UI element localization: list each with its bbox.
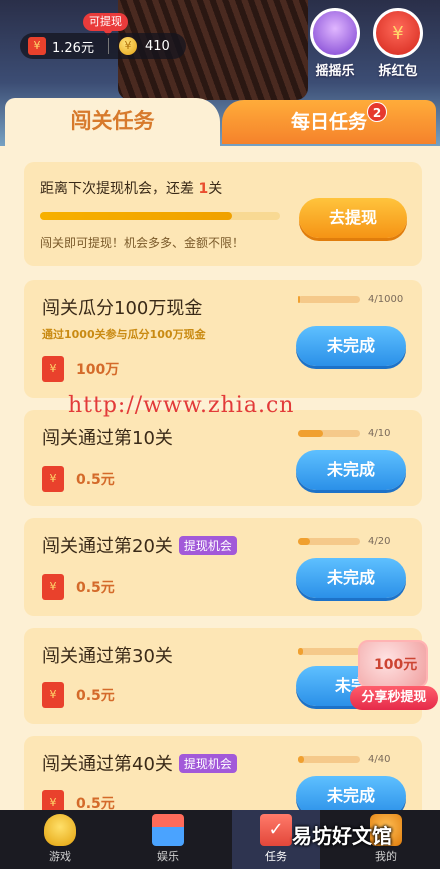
cash-balance: 1.26元 <box>52 40 94 56</box>
task-title-text: 闯关通过第20关 <box>42 536 173 557</box>
nav-mine-label: 我的 <box>375 850 397 863</box>
tab-daily-label: 每日任务 <box>290 111 367 133</box>
task-title: 闯关瓜分100万现金 <box>42 298 203 319</box>
nav-game[interactable]: 游戏 <box>16 810 104 869</box>
tab-level-tasks[interactable]: 闯关任务 <box>5 98 220 146</box>
task-progress-fill <box>298 296 301 303</box>
task-progress-bar <box>298 296 360 303</box>
reward-amount: 0.5元 <box>76 580 115 596</box>
red-packet-label: 拆红包 <box>378 64 418 79</box>
cash-envelope-icon: 100元 <box>358 640 428 688</box>
reward-amount: 0.5元 <box>76 688 115 704</box>
task-progress-fill <box>298 430 323 437</box>
remaining-levels: 1 <box>198 181 209 197</box>
withdraw-tip-badge: 可提现 <box>83 13 128 36</box>
withdraw-title-prefix: 距离下次提现机会，还差 <box>40 181 199 197</box>
withdraw-chance-tag: 提现机会 <box>178 753 237 773</box>
red-packet-icon: ¥ <box>42 682 64 708</box>
withdraw-description: 闯关即可提现！机会多多、金额不限！ <box>40 236 245 250</box>
share-label: 分享秒提现 <box>350 686 438 710</box>
shake-label: 摇摇乐 <box>315 64 355 79</box>
red-packet-icon: ¥ <box>42 574 64 600</box>
daily-count-badge: 2 <box>367 102 387 122</box>
coin-icon: ¥ <box>119 37 137 55</box>
nav-entertainment[interactable]: 娱乐 <box>124 810 212 869</box>
share-amount: 100元 <box>374 657 418 673</box>
task-reward: ¥ 0.5元 <box>42 682 115 708</box>
incomplete-button[interactable]: 未完成 <box>296 326 406 366</box>
task-progress-text: 4/20 <box>368 536 391 547</box>
task-title: 闯关通过第30关 <box>42 646 173 667</box>
task-card: 闯关瓜分100万现金 通过1000关参与瓜分100万现金 ¥ 100万 4/10… <box>24 280 422 398</box>
trophy-icon <box>44 814 76 846</box>
reward-amount: 0.5元 <box>76 472 115 488</box>
task-card: 闯关通过第20关 提现机会 ¥ 0.5元 4/20 未完成 <box>24 518 422 616</box>
task-subtitle: 通过1000关参与瓜分100万现金 <box>42 328 206 341</box>
shake-button[interactable]: 摇摇乐 <box>305 8 365 79</box>
go-withdraw-button[interactable]: 去提现 <box>299 198 407 238</box>
task-reward: ¥ 100万 <box>42 356 119 382</box>
withdraw-title-suffix: 关 <box>208 181 223 197</box>
open-red-packet-button[interactable]: ¥ 拆红包 <box>368 8 428 79</box>
incomplete-button[interactable]: 未完成 <box>296 558 406 598</box>
red-packet-icon: ¥ <box>42 466 64 492</box>
task-reward: ¥ 0.5元 <box>42 466 115 492</box>
task-title: 闯关通过第10关 <box>42 428 173 449</box>
withdraw-card: 距离下次提现机会，还差 1关 闯关即可提现！机会多多、金额不限！ 去提现 <box>24 162 422 266</box>
task-progress-text: 4/40 <box>368 754 391 765</box>
task-progress-fill <box>298 538 311 545</box>
reward-amount: 100万 <box>76 362 120 378</box>
task-progress-bar <box>298 538 360 545</box>
task-tabs: 闯关任务 每日任务 2 <box>0 98 440 148</box>
task-reward: ¥ 0.5元 <box>42 574 115 600</box>
coin-balance: 410 <box>145 38 170 54</box>
withdraw-progress-bar <box>40 212 280 220</box>
corner-watermark: 易坊好文馆 <box>292 824 392 848</box>
nav-game-label: 游戏 <box>49 850 71 863</box>
task-title: 闯关通过第40关 提现机会 <box>42 750 237 776</box>
task-progress-text: 4/1000 <box>368 294 404 305</box>
task-book-icon: ✓ <box>260 814 292 846</box>
task-title-text: 闯关通过第40关 <box>42 754 173 775</box>
withdraw-progress-fill <box>40 212 232 220</box>
gift-icon <box>152 814 184 846</box>
task-progress-bar <box>298 430 360 437</box>
task-progress-text: 4/10 <box>368 428 391 439</box>
nav-entertainment-label: 娱乐 <box>157 850 179 863</box>
divider <box>108 38 109 54</box>
withdraw-chance-tag: 提现机会 <box>178 535 237 555</box>
url-watermark: http://www.zhia.cn <box>68 393 295 418</box>
task-progress-bar <box>298 756 360 763</box>
withdraw-title: 距离下次提现机会，还差 1关 <box>40 178 222 198</box>
tab-daily-tasks[interactable]: 每日任务 2 <box>222 100 436 144</box>
red-packet-icon: ¥ <box>42 356 64 382</box>
task-progress-fill <box>298 648 303 655</box>
red-packet-icon: ¥ <box>28 37 46 55</box>
task-progress-fill <box>298 756 305 763</box>
red-packet-icon: ¥ <box>373 8 423 58</box>
crystal-ball-icon <box>310 8 360 58</box>
task-card: 闯关通过第10关 ¥ 0.5元 4/10 未完成 <box>24 410 422 506</box>
incomplete-button[interactable]: 未完成 <box>296 450 406 490</box>
share-withdraw-button[interactable]: 100元 分享秒提现 <box>348 636 440 716</box>
balance-pill[interactable]: ¥ 1.26元 ¥ 410 <box>20 33 186 59</box>
nav-task-label: 任务 <box>265 850 287 863</box>
task-title: 闯关通过第20关 提现机会 <box>42 532 237 558</box>
